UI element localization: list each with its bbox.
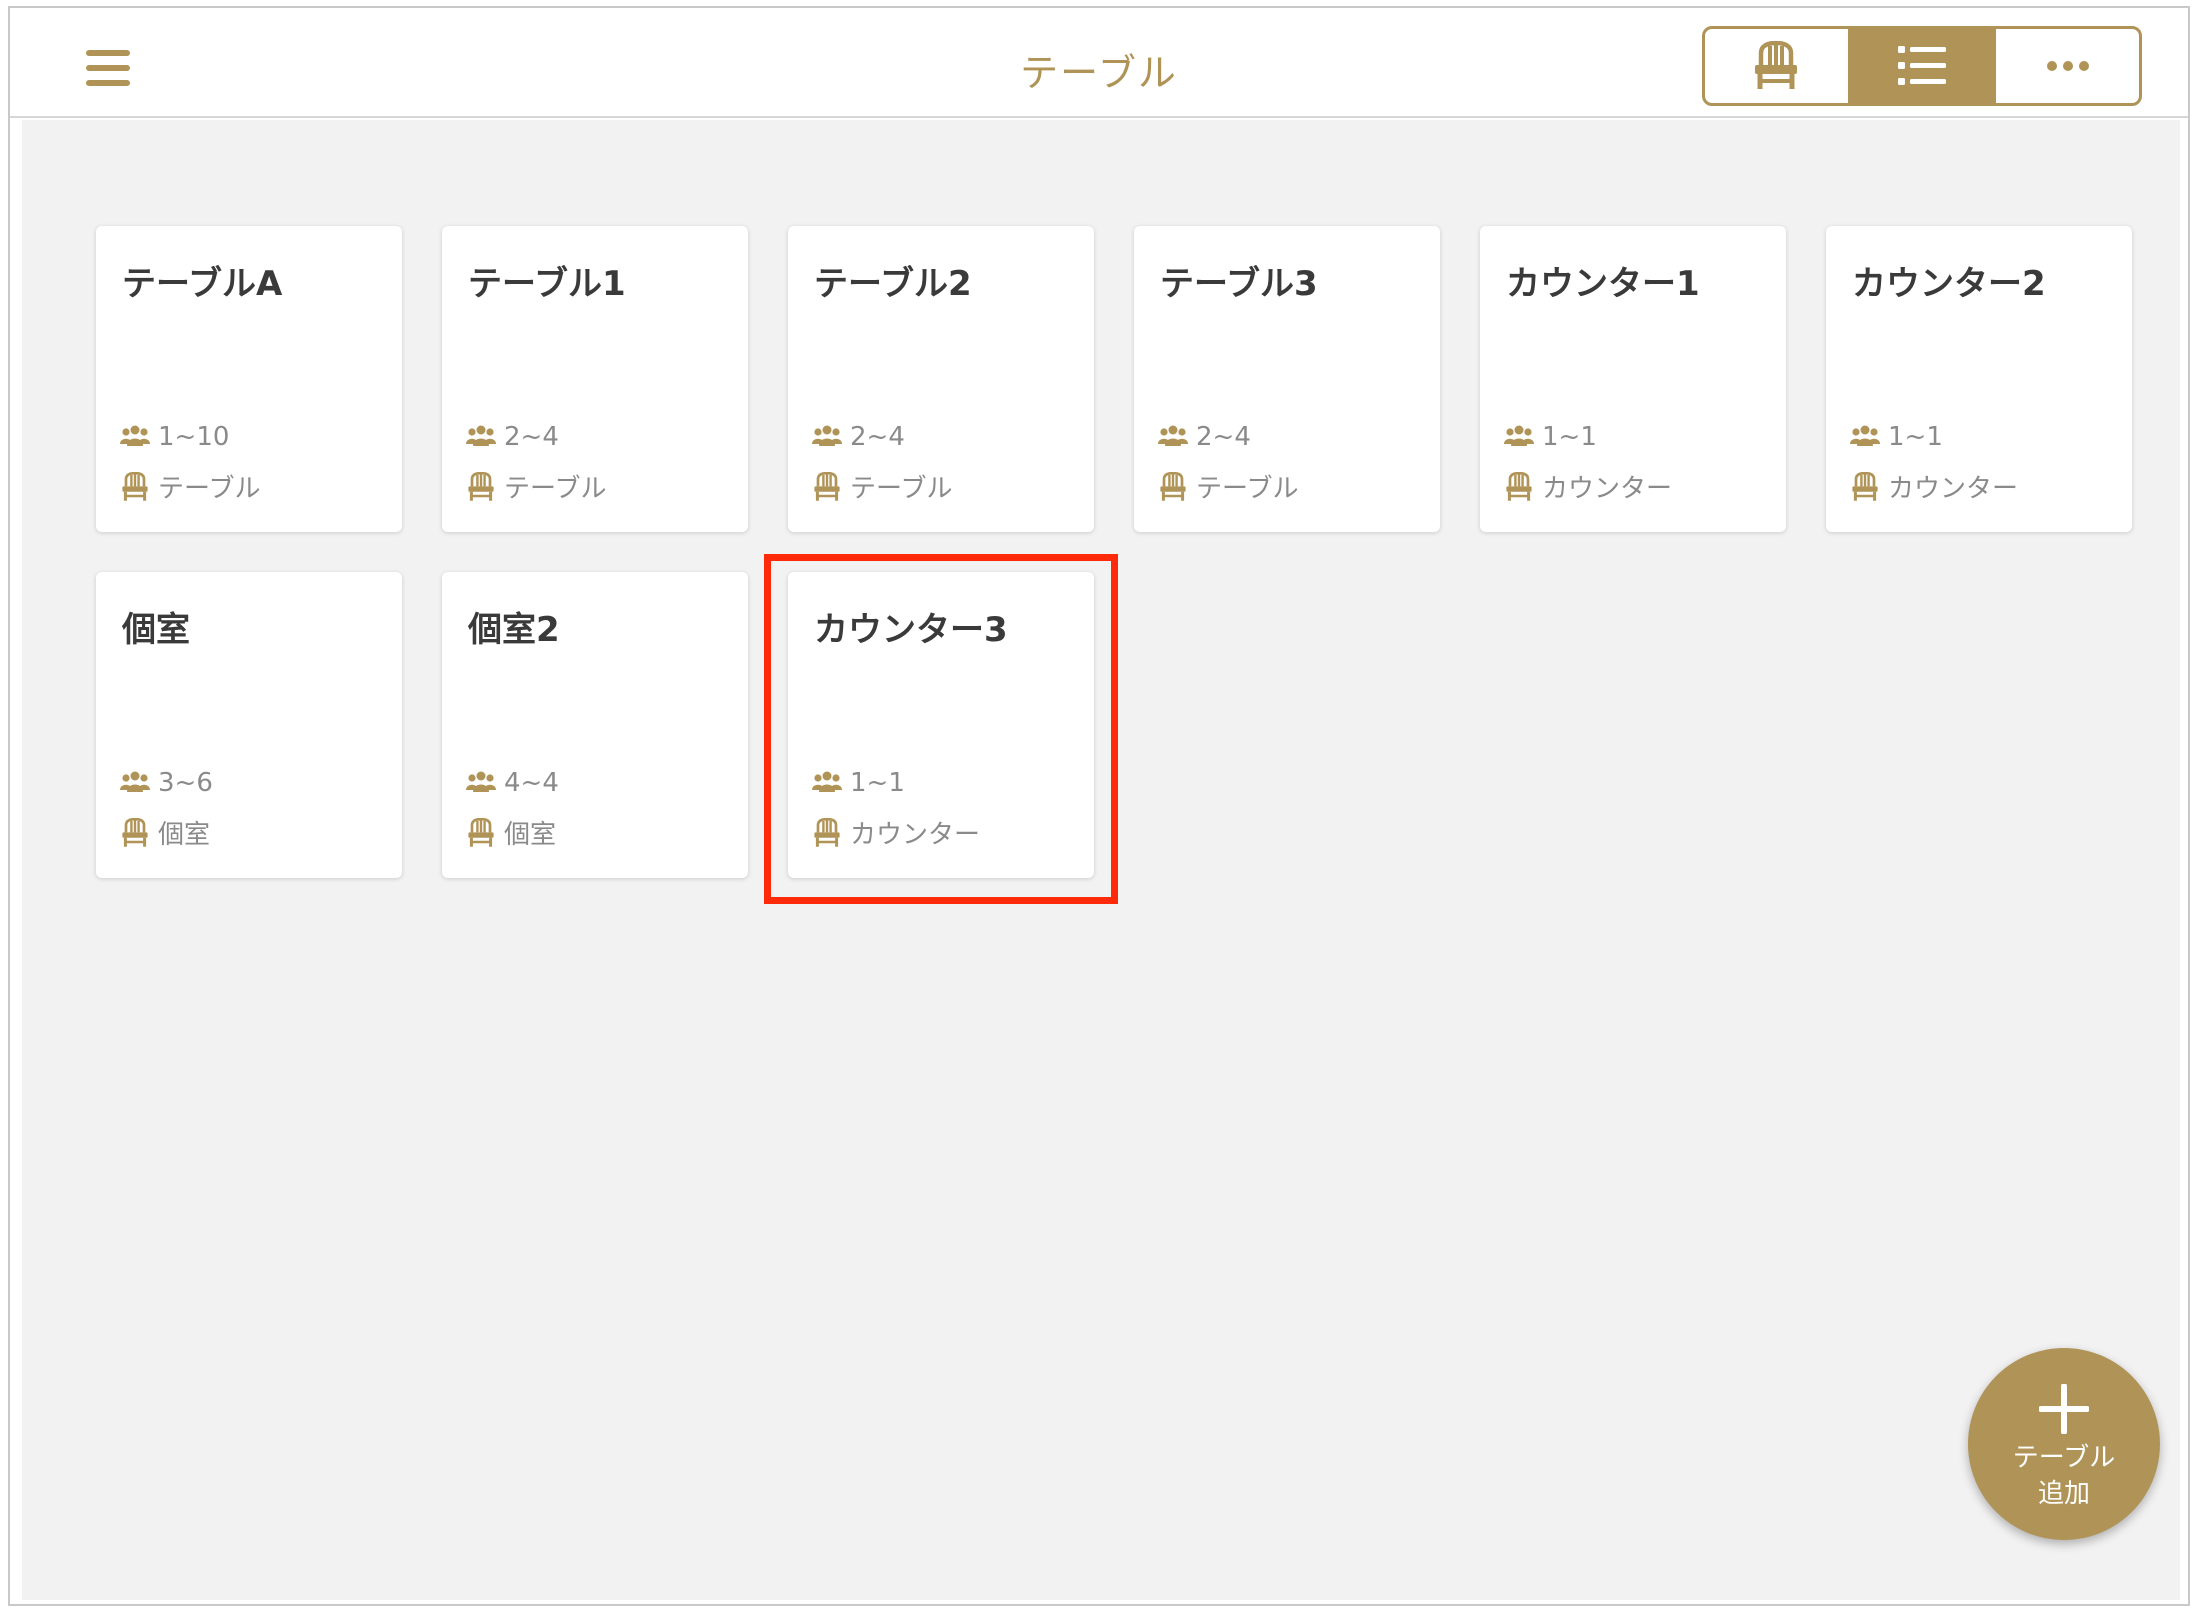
table-card-capacity: 1~1: [850, 768, 905, 798]
table-card-capacity: 2~4: [850, 422, 905, 452]
chair-icon: [122, 471, 148, 501]
table-card-name: 個室: [122, 610, 190, 650]
people-icon: [1158, 425, 1188, 446]
plus-icon: [2039, 1384, 2089, 1434]
table-card-type: カウンター: [1542, 474, 1673, 504]
table-card[interactable]: 個室 3~6 個室: [96, 572, 402, 878]
table-card-type-row: カウンター: [812, 814, 980, 851]
table-card-name: カウンター2: [1852, 264, 2046, 304]
table-card-capacity: 1~10: [158, 422, 230, 452]
table-card-capacity-row: 1~1: [812, 768, 905, 798]
chair-icon: [814, 471, 840, 501]
view-switch: [1702, 26, 2142, 106]
table-card-capacity: 3~6: [158, 768, 213, 798]
add-table-button[interactable]: テーブル 追加: [1968, 1348, 2160, 1540]
chair-icon: [1852, 471, 1878, 501]
header-bar: テーブル: [10, 8, 2188, 118]
view-switch-floor-button[interactable]: [1705, 29, 1848, 103]
people-icon: [812, 425, 842, 446]
table-card[interactable]: カウンター3 1~1 カウンター: [788, 572, 1094, 878]
table-card-name: テーブル1: [468, 264, 626, 304]
table-card[interactable]: 個室2 4~4 個室: [442, 572, 748, 878]
table-card-capacity-row: 2~4: [812, 422, 905, 452]
table-card-name: カウンター1: [1506, 264, 1700, 304]
table-card-capacity: 1~1: [1888, 422, 1943, 452]
table-card-name: カウンター3: [814, 610, 1008, 650]
people-icon: [1850, 425, 1880, 446]
chair-icon: [814, 817, 840, 847]
table-card-name: テーブル3: [1160, 264, 1318, 304]
table-card-type-row: 個室: [466, 814, 556, 851]
people-icon: [1504, 425, 1534, 446]
table-card-type: 個室: [504, 820, 557, 850]
table-card-type: カウンター: [1888, 474, 2019, 504]
table-card-name: 個室2: [468, 610, 560, 650]
people-icon: [466, 771, 496, 792]
table-card[interactable]: テーブル2 2~4 テーブル: [788, 226, 1094, 532]
add-table-label-line1: テーブル: [2012, 1443, 2116, 1473]
table-card-type: テーブル: [850, 474, 953, 504]
view-switch-more-button[interactable]: [1993, 29, 2139, 103]
table-card-capacity-row: 4~4: [466, 768, 559, 798]
table-card-type: 個室: [158, 820, 211, 850]
table-card[interactable]: テーブル1 2~4 テーブル: [442, 226, 748, 532]
table-card-capacity: 4~4: [504, 768, 559, 798]
table-card-type-row: テーブル: [466, 468, 606, 505]
people-icon: [812, 771, 842, 792]
table-card-capacity: 2~4: [504, 422, 559, 452]
table-card-type: テーブル: [504, 474, 607, 504]
table-card-capacity-row: 3~6: [120, 768, 213, 798]
table-card-capacity-row: 2~4: [466, 422, 559, 452]
table-card-type-row: テーブル: [812, 468, 952, 505]
more-icon: [2046, 61, 2089, 71]
table-card-name: テーブル2: [814, 264, 972, 304]
table-card[interactable]: テーブル3 2~4 テーブル: [1134, 226, 1440, 532]
list-icon: [1898, 46, 1946, 85]
table-card-capacity-row: 2~4: [1158, 422, 1251, 452]
table-card-capacity-row: 1~1: [1850, 422, 1943, 452]
table-card-type: テーブル: [158, 474, 261, 504]
app-window: テーブル テーブルA 1~10 テーブル テーブル1 2~4 テーブル テーブル…: [8, 6, 2190, 1606]
view-switch-list-button[interactable]: [1847, 29, 1994, 103]
table-card-name: テーブルA: [122, 264, 283, 304]
add-table-label-line2: 追加: [2037, 1479, 2090, 1509]
chair-icon: [468, 471, 494, 501]
people-icon: [120, 771, 150, 792]
table-card-capacity: 1~1: [1542, 422, 1597, 452]
chair-icon: [468, 817, 494, 847]
chair-icon: [1755, 41, 1798, 89]
people-icon: [466, 425, 496, 446]
table-card[interactable]: カウンター1 1~1 カウンター: [1480, 226, 1786, 532]
table-card[interactable]: テーブルA 1~10 テーブル: [96, 226, 402, 532]
table-card-capacity: 2~4: [1196, 422, 1251, 452]
table-card[interactable]: カウンター2 1~1 カウンター: [1826, 226, 2132, 532]
table-card-type-row: テーブル: [1158, 468, 1298, 505]
table-card-type-row: テーブル: [120, 468, 260, 505]
table-card-type-row: カウンター: [1850, 468, 2018, 505]
chair-icon: [122, 817, 148, 847]
chair-icon: [1506, 471, 1532, 501]
table-card-type-row: カウンター: [1504, 468, 1672, 505]
table-card-type-row: 個室: [120, 814, 210, 851]
table-card-type: テーブル: [1196, 474, 1299, 504]
chair-icon: [1160, 471, 1186, 501]
people-icon: [120, 425, 150, 446]
table-card-capacity-row: 1~1: [1504, 422, 1597, 452]
table-grid: テーブルA 1~10 テーブル テーブル1 2~4 テーブル テーブル2 2~4…: [22, 120, 2180, 1600]
table-card-capacity-row: 1~10: [120, 422, 229, 452]
table-card-type: カウンター: [850, 820, 981, 850]
